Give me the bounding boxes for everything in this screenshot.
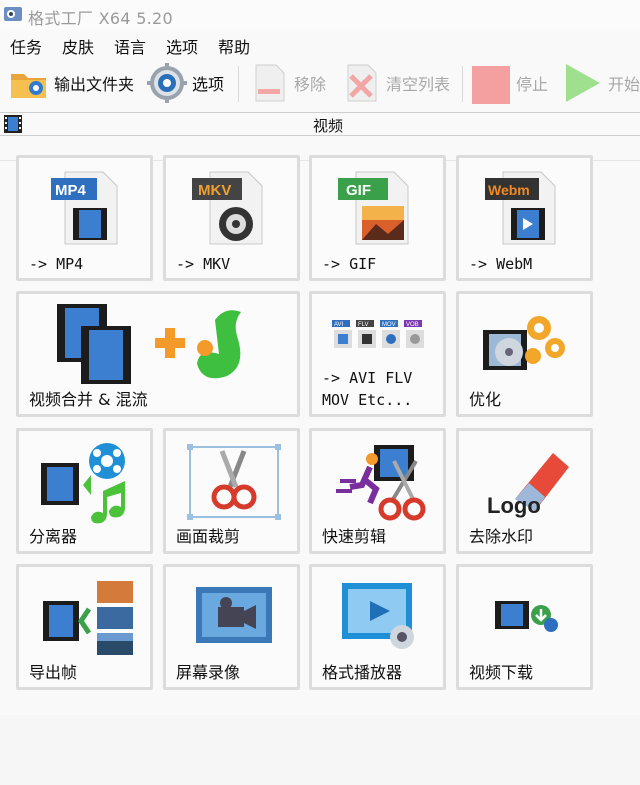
title-bar: 格式工厂 X64 5.20 bbox=[0, 0, 640, 30]
folder-icon bbox=[11, 74, 46, 98]
tile-quick-cut[interactable]: 快速剪辑 bbox=[309, 428, 446, 554]
merge-film-music-icon bbox=[57, 304, 241, 384]
gif-badge-text: GIF bbox=[346, 182, 371, 199]
output-folder-button[interactable]: 输出文件夹 bbox=[8, 58, 134, 108]
options-label: 选项 bbox=[192, 75, 225, 94]
menu-bar: 任务 皮肤 语言 选项 帮助 bbox=[0, 30, 640, 58]
remove-label: 移除 bbox=[294, 75, 327, 94]
remove-button[interactable]: 移除 bbox=[248, 58, 326, 108]
tile-merge-mux[interactable]: 视频合并 & 混流 bbox=[16, 291, 300, 417]
tile-mkv[interactable]: MKV -> MKV bbox=[163, 155, 300, 281]
start-button[interactable]: 开始 bbox=[562, 58, 640, 108]
tile-splitter-label: 分离器 bbox=[29, 527, 78, 546]
mini-badge-avi: AVI bbox=[334, 322, 344, 328]
logo-text: Logo bbox=[487, 493, 541, 518]
crop-scissors-icon bbox=[187, 444, 281, 520]
window-title: 格式工厂 X64 5.20 bbox=[28, 9, 174, 28]
screen-record-icon bbox=[196, 587, 272, 643]
tile-gif-label: -> GIF bbox=[322, 255, 377, 273]
tile-remove-watermark[interactable]: Logo 去除水印 bbox=[456, 428, 593, 554]
webm-file-icon: Webm bbox=[485, 171, 556, 245]
tile-record-label: 屏幕录像 bbox=[176, 663, 241, 682]
tile-download-label: 视频下载 bbox=[469, 663, 534, 682]
webm-badge-text: Webm bbox=[488, 182, 530, 198]
eraser-logo-icon: Logo bbox=[487, 453, 569, 518]
tile-quick-cut-label: 快速剪辑 bbox=[322, 527, 387, 546]
menu-task[interactable]: 任务 bbox=[10, 34, 42, 58]
video-download-icon bbox=[495, 601, 558, 632]
output-folder-label: 输出文件夹 bbox=[54, 75, 135, 94]
tile-avi-flv-mov[interactable]: AVI FLV MOV VOB -> AVI FLV MOV Etc... bbox=[309, 291, 446, 417]
mkv-badge-text: MKV bbox=[198, 182, 231, 199]
start-icon bbox=[566, 64, 600, 102]
toolbar-divider bbox=[462, 66, 463, 102]
tile-avi-label: -> AVI FLV MOV Etc... bbox=[322, 369, 413, 409]
tile-splitter[interactable]: 分离器 bbox=[16, 428, 153, 554]
options-button[interactable]: 选项 bbox=[146, 58, 224, 108]
menu-options[interactable]: 选项 bbox=[166, 34, 198, 58]
stop-label: 停止 bbox=[516, 75, 549, 94]
category-header-video[interactable]: 视频 bbox=[0, 112, 640, 136]
mini-badge-vob: VOB bbox=[406, 322, 419, 328]
tile-watermark-label: 去除水印 bbox=[469, 527, 534, 546]
tile-mp4[interactable]: MP4 -> MP4 bbox=[16, 155, 153, 281]
menu-language[interactable]: 语言 bbox=[114, 34, 146, 58]
tile-export-frames[interactable]: 导出帧 bbox=[16, 564, 153, 690]
category-label: 视频 bbox=[312, 117, 343, 135]
tile-optimize[interactable]: 优化 bbox=[456, 291, 593, 417]
app-logo-icon bbox=[4, 7, 22, 21]
menu-skin[interactable]: 皮肤 bbox=[62, 34, 94, 58]
mini-badge-mov: MOV bbox=[382, 322, 396, 328]
toolbar-divider bbox=[238, 66, 239, 102]
mkv-file-icon: MKV bbox=[192, 171, 263, 245]
tile-webm-label: -> WebM bbox=[469, 255, 533, 273]
tile-gif[interactable]: GIF -> GIF bbox=[309, 155, 446, 281]
mini-badge-flv: FLV bbox=[358, 322, 369, 328]
mp4-badge-text: MP4 bbox=[55, 182, 87, 199]
stop-icon bbox=[472, 66, 510, 104]
mp4-file-icon: MP4 bbox=[51, 171, 118, 245]
format-player-icon bbox=[342, 583, 414, 649]
stop-button[interactable]: 停止 bbox=[470, 58, 548, 108]
bottom-area bbox=[0, 715, 640, 785]
tile-optimize-label: 优化 bbox=[469, 390, 502, 409]
multi-format-icons: AVI FLV MOV VOB bbox=[332, 320, 424, 348]
clear-list-button[interactable]: 清空列表 bbox=[340, 58, 450, 108]
tile-mkv-label: -> MKV bbox=[176, 255, 231, 273]
tile-merge-label: 视频合并 & 混流 bbox=[29, 390, 148, 409]
menu-help[interactable]: 帮助 bbox=[218, 34, 250, 58]
clear-list-icon bbox=[347, 64, 377, 102]
tile-screen-record[interactable]: 屏幕录像 bbox=[163, 564, 300, 690]
gif-file-icon: GIF bbox=[338, 171, 409, 245]
splitter-icon bbox=[41, 443, 125, 524]
clear-list-label: 清空列表 bbox=[386, 75, 451, 94]
tile-format-player[interactable]: 格式播放器 bbox=[309, 564, 446, 690]
remove-doc-icon bbox=[255, 64, 285, 102]
tile-player-label: 格式播放器 bbox=[322, 663, 403, 682]
tile-video-download[interactable]: 视频下载 bbox=[456, 564, 593, 690]
options-gear-icon bbox=[147, 63, 187, 103]
tile-webm[interactable]: Webm -> WebM bbox=[456, 155, 593, 281]
toolbar: 输出文件夹 选项 移除 清空列表 停止 开始 bbox=[0, 58, 640, 108]
tool-grid: MP4 -> MP4 MKV -> MKV GIF -> GIF Webm ->… bbox=[0, 155, 640, 761]
tile-crop[interactable]: 画面裁剪 bbox=[163, 428, 300, 554]
quick-cut-icon bbox=[336, 445, 426, 521]
optimize-gears-icon bbox=[483, 316, 565, 370]
start-label: 开始 bbox=[608, 75, 640, 94]
tile-mp4-label: -> MP4 bbox=[29, 255, 84, 273]
tile-crop-label: 画面裁剪 bbox=[176, 527, 241, 546]
export-frames-icon bbox=[43, 581, 133, 655]
tile-frames-label: 导出帧 bbox=[29, 663, 78, 682]
